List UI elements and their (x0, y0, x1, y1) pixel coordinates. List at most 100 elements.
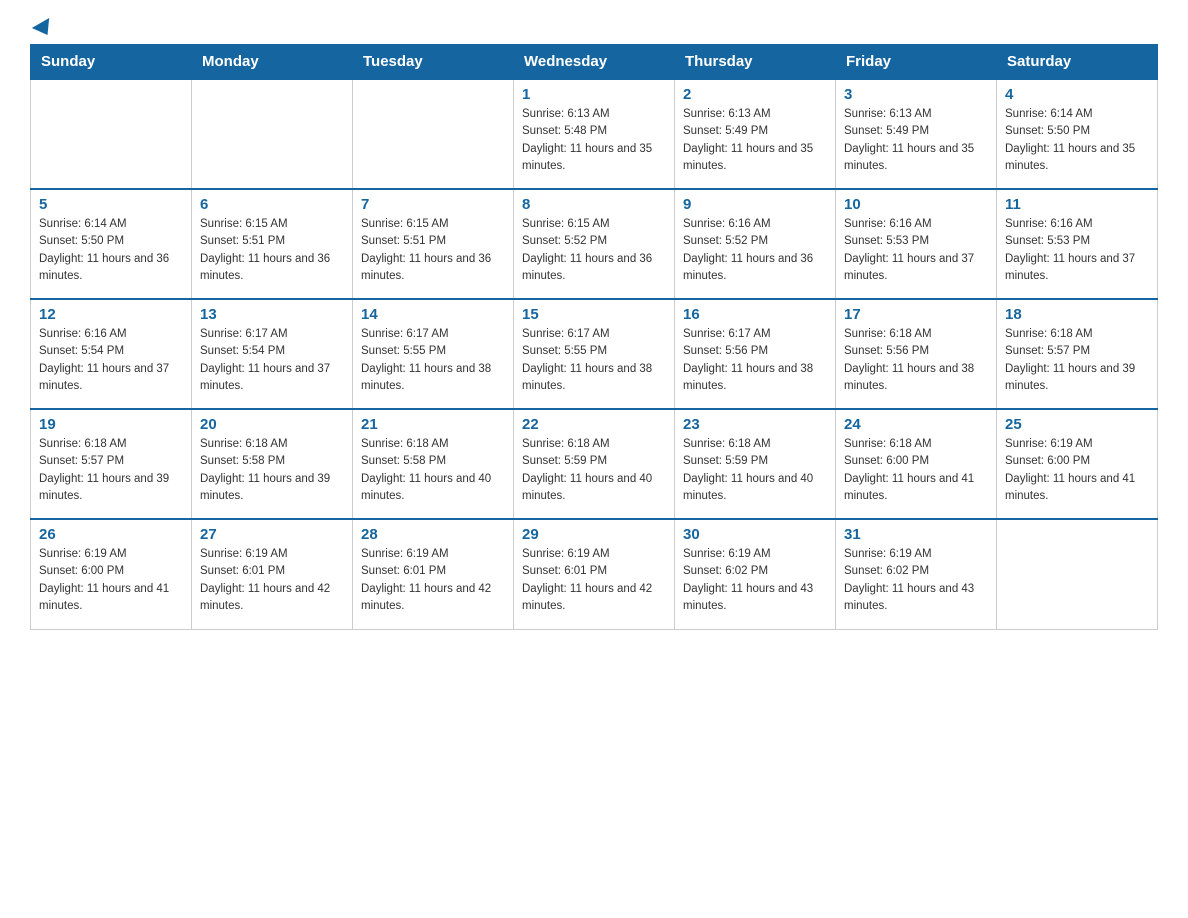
calendar-cell: 3 Sunrise: 6:13 AMSunset: 5:49 PMDaylight… (836, 79, 997, 189)
day-number: 11 (1005, 196, 1149, 213)
calendar-cell: 22 Sunrise: 6:18 AMSunset: 5:59 PMDayligh… (514, 409, 675, 519)
calendar-cell: 25 Sunrise: 6:19 AMSunset: 6:00 PMDayligh… (997, 409, 1158, 519)
day-info: Sunrise: 6:18 AMSunset: 5:56 PMDaylight:… (844, 326, 988, 395)
day-number: 18 (1005, 306, 1149, 323)
day-info: Sunrise: 6:14 AMSunset: 5:50 PMDaylight:… (39, 216, 183, 285)
day-number: 7 (361, 196, 505, 213)
calendar-cell: 1 Sunrise: 6:13 AMSunset: 5:48 PMDaylight… (514, 79, 675, 189)
calendar-header-wednesday: Wednesday (514, 45, 675, 80)
logo-blue-text (30, 20, 54, 34)
day-number: 3 (844, 86, 988, 103)
calendar-cell: 20 Sunrise: 6:18 AMSunset: 5:58 PMDayligh… (192, 409, 353, 519)
calendar-cell: 19 Sunrise: 6:18 AMSunset: 5:57 PMDayligh… (31, 409, 192, 519)
calendar-week-row-3: 12 Sunrise: 6:16 AMSunset: 5:54 PMDayligh… (31, 299, 1158, 409)
calendar-cell: 29 Sunrise: 6:19 AMSunset: 6:01 PMDayligh… (514, 519, 675, 629)
calendar-cell: 15 Sunrise: 6:17 AMSunset: 5:55 PMDayligh… (514, 299, 675, 409)
day-number: 24 (844, 416, 988, 433)
day-info: Sunrise: 6:13 AMSunset: 5:49 PMDaylight:… (683, 106, 827, 175)
day-info: Sunrise: 6:18 AMSunset: 5:57 PMDaylight:… (1005, 326, 1149, 395)
day-number: 22 (522, 416, 666, 433)
day-info: Sunrise: 6:18 AMSunset: 5:59 PMDaylight:… (683, 436, 827, 505)
calendar-cell: 9Sunrise: 6:16 AMSunset: 5:52 PMDaylight… (675, 189, 836, 299)
day-number: 8 (522, 196, 666, 213)
calendar-cell: 24Sunrise: 6:18 AMSunset: 6:00 PMDayligh… (836, 409, 997, 519)
day-info: Sunrise: 6:19 AMSunset: 6:02 PMDaylight:… (844, 546, 988, 615)
day-number: 19 (39, 416, 183, 433)
day-info: Sunrise: 6:15 AMSunset: 5:51 PMDaylight:… (200, 216, 344, 285)
day-info: Sunrise: 6:19 AMSunset: 6:01 PMDaylight:… (361, 546, 505, 615)
calendar-table: SundayMondayTuesdayWednesdayThursdayFrid… (30, 44, 1158, 630)
calendar-header-tuesday: Tuesday (353, 45, 514, 80)
logo-arrow-icon (32, 18, 56, 40)
calendar-cell: 8 Sunrise: 6:15 AMSunset: 5:52 PMDaylight… (514, 189, 675, 299)
day-number: 9 (683, 196, 827, 213)
calendar-cell: 16 Sunrise: 6:17 AMSunset: 5:56 PMDayligh… (675, 299, 836, 409)
day-info: Sunrise: 6:17 AMSunset: 5:55 PMDaylight:… (522, 326, 666, 395)
day-number: 1 (522, 86, 666, 103)
day-info: Sunrise: 6:19 AMSunset: 6:00 PMDaylight:… (39, 546, 183, 615)
calendar-header-thursday: Thursday (675, 45, 836, 80)
day-info: Sunrise: 6:13 AMSunset: 5:49 PMDaylight:… (844, 106, 988, 175)
day-number: 29 (522, 526, 666, 543)
day-number: 25 (1005, 416, 1149, 433)
day-number: 12 (39, 306, 183, 323)
day-info: Sunrise: 6:13 AMSunset: 5:48 PMDaylight:… (522, 106, 666, 175)
day-info: Sunrise: 6:18 AMSunset: 5:57 PMDaylight:… (39, 436, 183, 505)
day-info: Sunrise: 6:18 AMSunset: 5:59 PMDaylight:… (522, 436, 666, 505)
calendar-cell: 13Sunrise: 6:17 AMSunset: 5:54 PMDayligh… (192, 299, 353, 409)
calendar-cell: 21Sunrise: 6:18 AMSunset: 5:58 PMDayligh… (353, 409, 514, 519)
day-info: Sunrise: 6:17 AMSunset: 5:55 PMDaylight:… (361, 326, 505, 395)
day-number: 16 (683, 306, 827, 323)
day-info: Sunrise: 6:16 AMSunset: 5:53 PMDaylight:… (1005, 216, 1149, 285)
calendar-cell (353, 79, 514, 189)
calendar-header-friday: Friday (836, 45, 997, 80)
day-info: Sunrise: 6:19 AMSunset: 6:01 PMDaylight:… (200, 546, 344, 615)
calendar-week-row-2: 5Sunrise: 6:14 AMSunset: 5:50 PMDaylight… (31, 189, 1158, 299)
calendar-cell: 14Sunrise: 6:17 AMSunset: 5:55 PMDayligh… (353, 299, 514, 409)
calendar-cell: 28 Sunrise: 6:19 AMSunset: 6:01 PMDayligh… (353, 519, 514, 629)
calendar-cell (192, 79, 353, 189)
day-number: 10 (844, 196, 988, 213)
day-number: 28 (361, 526, 505, 543)
day-info: Sunrise: 6:15 AMSunset: 5:51 PMDaylight:… (361, 216, 505, 285)
calendar-cell: 26 Sunrise: 6:19 AMSunset: 6:00 PMDayligh… (31, 519, 192, 629)
day-number: 23 (683, 416, 827, 433)
day-number: 17 (844, 306, 988, 323)
calendar-cell (997, 519, 1158, 629)
day-number: 15 (522, 306, 666, 323)
calendar-week-row-4: 19 Sunrise: 6:18 AMSunset: 5:57 PMDayligh… (31, 409, 1158, 519)
day-number: 31 (844, 526, 988, 543)
calendar-cell (31, 79, 192, 189)
day-info: Sunrise: 6:16 AMSunset: 5:54 PMDaylight:… (39, 326, 183, 395)
calendar-week-row-5: 26 Sunrise: 6:19 AMSunset: 6:00 PMDayligh… (31, 519, 1158, 629)
day-number: 20 (200, 416, 344, 433)
day-info: Sunrise: 6:19 AMSunset: 6:02 PMDaylight:… (683, 546, 827, 615)
calendar-header-saturday: Saturday (997, 45, 1158, 80)
day-number: 27 (200, 526, 344, 543)
day-info: Sunrise: 6:15 AMSunset: 5:52 PMDaylight:… (522, 216, 666, 285)
day-info: Sunrise: 6:16 AMSunset: 5:53 PMDaylight:… (844, 216, 988, 285)
day-number: 4 (1005, 86, 1149, 103)
day-info: Sunrise: 6:18 AMSunset: 5:58 PMDaylight:… (200, 436, 344, 505)
day-info: Sunrise: 6:18 AMSunset: 5:58 PMDaylight:… (361, 436, 505, 505)
day-number: 26 (39, 526, 183, 543)
day-number: 30 (683, 526, 827, 543)
calendar-cell: 27 Sunrise: 6:19 AMSunset: 6:01 PMDayligh… (192, 519, 353, 629)
calendar-cell: 10 Sunrise: 6:16 AMSunset: 5:53 PMDayligh… (836, 189, 997, 299)
day-info: Sunrise: 6:17 AMSunset: 5:56 PMDaylight:… (683, 326, 827, 395)
calendar-cell: 31 Sunrise: 6:19 AMSunset: 6:02 PMDayligh… (836, 519, 997, 629)
page-header (30, 20, 1158, 34)
calendar-cell: 11 Sunrise: 6:16 AMSunset: 5:53 PMDayligh… (997, 189, 1158, 299)
day-info: Sunrise: 6:19 AMSunset: 6:00 PMDaylight:… (1005, 436, 1149, 505)
calendar-cell: 30 Sunrise: 6:19 AMSunset: 6:02 PMDayligh… (675, 519, 836, 629)
logo (30, 20, 54, 34)
day-info: Sunrise: 6:19 AMSunset: 6:01 PMDaylight:… (522, 546, 666, 615)
calendar-cell: 7 Sunrise: 6:15 AMSunset: 5:51 PMDaylight… (353, 189, 514, 299)
calendar-header-monday: Monday (192, 45, 353, 80)
calendar-cell: 2 Sunrise: 6:13 AMSunset: 5:49 PMDaylight… (675, 79, 836, 189)
calendar-cell: 17 Sunrise: 6:18 AMSunset: 5:56 PMDayligh… (836, 299, 997, 409)
calendar-cell: 4Sunrise: 6:14 AMSunset: 5:50 PMDaylight… (997, 79, 1158, 189)
day-number: 13 (200, 306, 344, 323)
calendar-cell: 6Sunrise: 6:15 AMSunset: 5:51 PMDaylight… (192, 189, 353, 299)
day-number: 2 (683, 86, 827, 103)
